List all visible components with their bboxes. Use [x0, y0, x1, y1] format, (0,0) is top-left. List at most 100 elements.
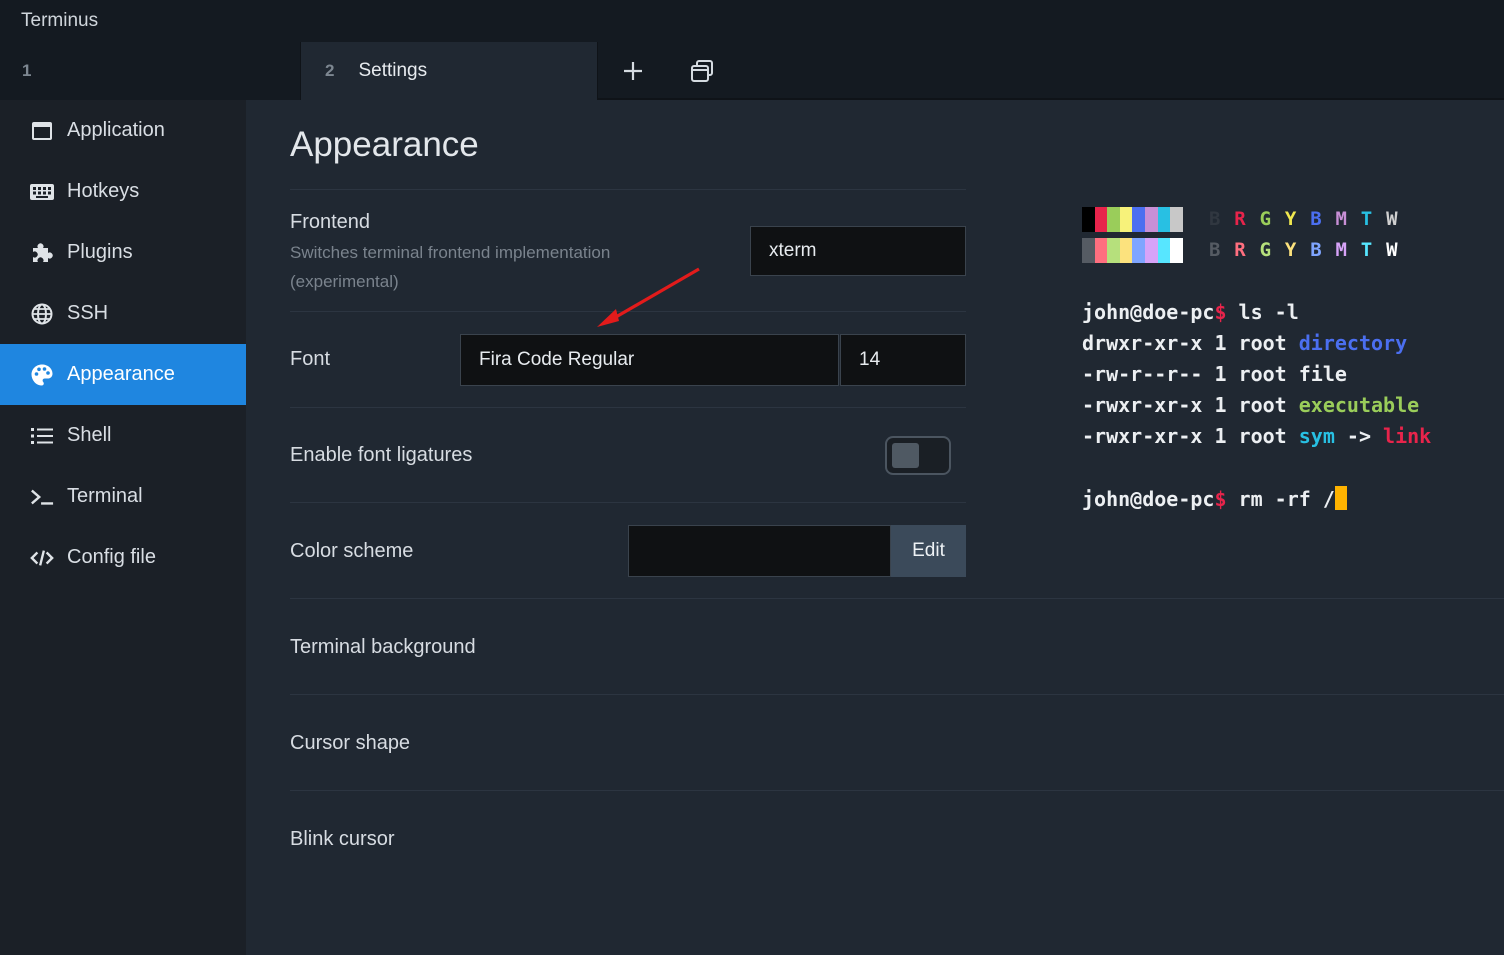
color-letter: T	[1360, 239, 1373, 261]
terminal-background-label: Terminal background	[290, 636, 476, 658]
globe-icon	[30, 302, 54, 326]
color-swatch	[1119, 207, 1133, 232]
puzzle-icon	[30, 241, 54, 265]
restore-tabs-button[interactable]	[685, 54, 719, 88]
frontend-value: xterm	[769, 240, 817, 261]
color-letter: B	[1310, 239, 1322, 261]
sidebar-item-label: Appearance	[67, 363, 175, 385]
color-swatch	[1144, 207, 1158, 232]
color-letter: W	[1386, 239, 1398, 261]
sidebar-item-ssh[interactable]: SSH	[0, 283, 246, 344]
blink-cursor-label: Blink cursor	[290, 828, 395, 850]
sidebar-item-label: Hotkeys	[67, 180, 140, 202]
new-tab-button[interactable]	[616, 54, 650, 88]
sidebar-item-hotkeys[interactable]: Hotkeys	[0, 161, 246, 222]
plus-icon	[624, 62, 642, 80]
color-letter: B	[1310, 208, 1322, 230]
sidebar-item-label: SSH	[67, 302, 109, 324]
frontend-select[interactable]: xterm	[750, 226, 966, 276]
sidebar-item-label: Application	[67, 119, 165, 141]
font-size-value: 14	[859, 349, 881, 370]
color-scheme-select[interactable]	[628, 525, 891, 577]
color-letter: T	[1360, 208, 1373, 230]
color-scheme-label: Color scheme	[290, 540, 414, 562]
list-icon	[30, 424, 54, 448]
frontend-label: Frontend	[290, 211, 371, 233]
edit-color-scheme-button[interactable]: Edit	[891, 525, 966, 577]
color-swatch	[1170, 207, 1183, 232]
sidebar-item-shell[interactable]: Shell	[0, 405, 246, 466]
divider	[290, 790, 1504, 791]
settings-sidebar: Application Hotkeys Plugins SSH Appearan…	[0, 100, 246, 955]
tab-number: 2	[325, 61, 335, 80]
color-letter: R	[1234, 239, 1246, 261]
window-title: Terminus	[21, 10, 99, 31]
sidebar-item-appearance[interactable]: Appearance	[0, 344, 246, 405]
sidebar-item-application[interactable]: Application	[0, 100, 246, 161]
sidebar-item-terminal[interactable]: Terminal	[0, 466, 246, 527]
color-swatch	[1082, 207, 1095, 232]
palette-bright	[1082, 238, 1183, 263]
divider	[290, 189, 966, 190]
terminal-icon	[30, 485, 54, 509]
keyboard-icon	[30, 180, 54, 204]
sidebar-item-label: Terminal	[67, 485, 143, 507]
ligatures-label: Enable font ligatures	[290, 444, 473, 466]
color-swatch	[1094, 207, 1108, 232]
terminal-line: -rwxr-xr-x 1 root sym -> link	[1082, 424, 1432, 448]
tab-1[interactable]: 1	[0, 42, 300, 100]
font-label: Font	[290, 348, 331, 370]
color-letter: M	[1335, 208, 1347, 230]
palette-normal	[1082, 207, 1183, 232]
sidebar-item-label: Shell	[67, 424, 112, 446]
terminal-line: john@doe-pc$ rm -rf /	[1082, 486, 1347, 511]
tab-label: Settings	[358, 60, 428, 81]
divider	[290, 694, 1504, 695]
color-letter: G	[1259, 239, 1272, 261]
palette-icon	[30, 363, 54, 387]
divider	[290, 598, 1504, 599]
font-family-value: Fira Code Regular	[479, 349, 635, 370]
code-icon	[30, 546, 54, 570]
windows-icon	[691, 60, 713, 82]
color-letter: B	[1209, 239, 1221, 261]
tab-settings[interactable]: 2 Settings	[300, 42, 598, 100]
sidebar-item-config-file[interactable]: Config file	[0, 527, 246, 588]
sidebar-item-plugins[interactable]: Plugins	[0, 222, 246, 283]
font-size-input[interactable]: 14	[840, 334, 966, 386]
color-letters-bright: BRGYBMTW	[1209, 239, 1411, 261]
window-icon	[30, 119, 54, 143]
page-title: Appearance	[290, 125, 479, 164]
title-bar: Terminus	[0, 0, 1504, 42]
color-swatch	[1107, 207, 1120, 232]
color-swatch	[1132, 238, 1145, 263]
color-swatch	[1119, 238, 1133, 263]
color-swatch	[1132, 207, 1145, 232]
terminal-line: john@doe-pc$ ls -l	[1082, 300, 1299, 324]
toggle-knob	[892, 443, 919, 468]
divider	[290, 502, 966, 503]
ligatures-toggle[interactable]	[885, 436, 951, 475]
terminal-line: drwxr-xr-x 1 root directory	[1082, 331, 1408, 355]
annotation-arrow-icon	[597, 267, 700, 327]
font-family-input[interactable]: Fira Code Regular	[460, 334, 839, 386]
color-letter: R	[1234, 208, 1246, 230]
terminal-line: -rw-r--r-- 1 root file	[1082, 362, 1347, 386]
color-letter: G	[1259, 208, 1272, 230]
terminal-cursor	[1334, 486, 1347, 510]
tab-bar: 1 2 Settings	[0, 42, 1504, 100]
color-letter: W	[1386, 208, 1398, 230]
color-swatch	[1107, 238, 1120, 263]
color-swatch	[1157, 207, 1171, 232]
sidebar-item-label: Plugins	[67, 241, 133, 263]
color-letter: Y	[1284, 208, 1297, 230]
color-swatch	[1157, 238, 1171, 263]
color-swatch	[1144, 238, 1158, 263]
sidebar-item-label: Config file	[67, 546, 156, 568]
tab-number: 1	[22, 61, 32, 80]
color-swatch	[1082, 238, 1095, 263]
cursor-shape-label: Cursor shape	[290, 732, 411, 754]
color-swatch	[1170, 238, 1183, 263]
divider	[290, 407, 966, 408]
color-letters-normal: BRGYBMTW	[1209, 208, 1411, 230]
